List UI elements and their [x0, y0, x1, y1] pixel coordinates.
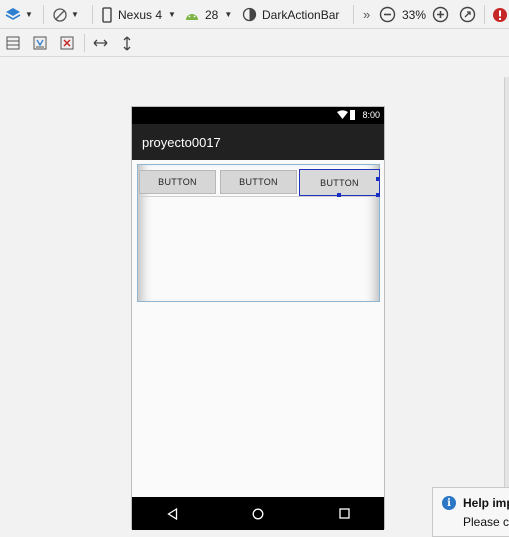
clear-constraints-icon [60, 36, 74, 50]
app-button-3-selected[interactable]: BUTTON [299, 169, 380, 196]
horizontal-scroll-view[interactable]: BUTTON BUTTON BUTTON [137, 164, 380, 302]
overflow-icon[interactable]: » [363, 0, 370, 29]
divider [84, 34, 85, 52]
recents-button[interactable] [334, 497, 354, 530]
clear-constraints-button[interactable] [58, 29, 76, 57]
zoom-fit-icon [459, 6, 476, 23]
arrows-horizontal-icon [93, 39, 107, 47]
device-dropdown[interactable]: Nexus 4 ▼ [101, 0, 176, 29]
divider [353, 5, 354, 24]
status-time: 8:00 [362, 110, 380, 120]
theme-selector[interactable]: DarkActionBar [242, 0, 339, 29]
blueprint-edge [504, 77, 509, 529]
resize-handle-bottom-right[interactable] [376, 193, 380, 197]
view-options-button[interactable] [4, 29, 22, 57]
api-level-label: 28 [205, 7, 219, 22]
status-bar: 8:00 [132, 107, 384, 124]
error-icon [493, 7, 507, 22]
resize-handle-right[interactable] [376, 177, 380, 181]
orientation-dropdown[interactable]: ▼ [52, 0, 79, 29]
design-surface-dropdown[interactable]: ▼ [4, 0, 33, 29]
zoom-out-icon [379, 6, 396, 23]
back-button[interactable] [162, 497, 182, 530]
app-button-1[interactable]: BUTTON [139, 170, 216, 194]
info-icon: i [442, 496, 456, 510]
divider [92, 5, 93, 24]
constraint-toggle-button[interactable] [31, 29, 49, 57]
chevron-down-icon: ▼ [224, 10, 233, 19]
zoom-in-icon [432, 6, 449, 23]
arrows-vertical-icon [123, 36, 131, 50]
error-badge-button[interactable] [492, 0, 508, 29]
zoom-level: 33% [402, 7, 427, 22]
app-title: proyecto0017 [142, 134, 221, 150]
api-level-dropdown[interactable]: 28 ▼ [184, 0, 232, 29]
rotate-icon [53, 7, 67, 22]
button-row: BUTTON BUTTON BUTTON [138, 165, 380, 197]
device-label: Nexus 4 [118, 7, 163, 22]
home-icon [252, 508, 264, 519]
help-title: Help imp [463, 496, 509, 510]
phone-icon [102, 6, 112, 23]
recents-icon [338, 508, 350, 519]
theme-label: DarkActionBar [262, 7, 340, 22]
layout-toolbar [0, 29, 509, 57]
divider [43, 5, 44, 24]
android-icon [186, 13, 198, 20]
theme-icon [242, 7, 257, 22]
layers-icon [5, 7, 21, 20]
expand-vertical-button[interactable] [118, 29, 136, 57]
home-button[interactable] [248, 497, 268, 530]
wifi-icon [337, 110, 348, 119]
resize-handle-bottom[interactable] [337, 193, 341, 197]
expand-horizontal-button[interactable] [91, 29, 109, 57]
help-body: Please cl [463, 515, 509, 529]
zoom-out-button[interactable] [379, 0, 396, 29]
back-icon [166, 507, 177, 520]
action-bar: proyecto0017 [132, 124, 384, 160]
chevron-down-icon: ▼ [25, 10, 33, 19]
constraint-icon [33, 36, 47, 50]
app-button-2[interactable]: BUTTON [220, 170, 297, 194]
zoom-to-fit-button[interactable] [459, 0, 476, 29]
zoom-in-button[interactable] [432, 0, 449, 29]
chevron-down-icon: ▼ [71, 10, 79, 19]
list-view-icon [6, 36, 20, 50]
navigation-bar [132, 497, 384, 530]
divider [484, 5, 485, 24]
battery-icon [350, 110, 355, 120]
editor-toolbar: ▼ ▼ Nexus 4 ▼ 28 ▼ DarkActionBar » 33% [0, 0, 509, 29]
chevron-down-icon: ▼ [168, 10, 176, 19]
help-notification[interactable]: i Help imp Please cl [432, 487, 509, 537]
device-preview[interactable]: 8:00 proyecto0017 BUTTON BUTTON BUTTON [131, 106, 385, 530]
